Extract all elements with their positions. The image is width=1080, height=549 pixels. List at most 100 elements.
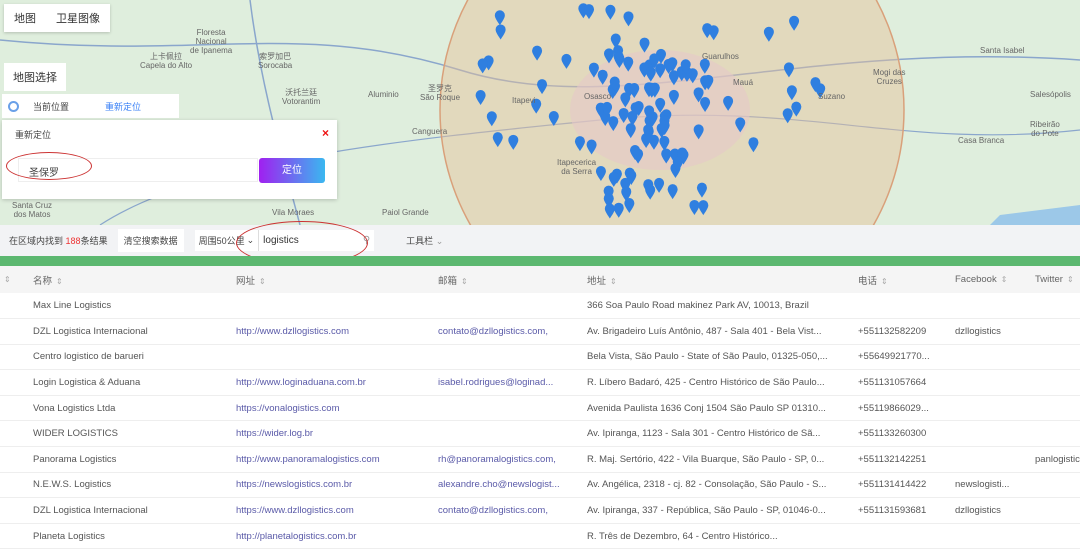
cell-name: N.E.W.S. Logistics — [33, 472, 236, 499]
map-place-label: Santa Cruz dos Matos — [12, 201, 53, 219]
cell-phone: +551133260300 — [858, 420, 955, 448]
table-row[interactable]: WIDER LOGISTICS https://wider.log.br Av. I… — [0, 420, 1080, 448]
sort-icon[interactable]: ⇕ — [1001, 275, 1008, 284]
map-place-label: Itapevi — [512, 96, 536, 105]
table-row[interactable]: Max Line Logistics 366 Soa Paulo Road mak… — [0, 293, 1080, 320]
table-row[interactable]: N.E.W.S. Logistics https://newslogistics.… — [0, 472, 1080, 499]
map[interactable]: BacaetavaFloresta Nacional de Ipanema索罗加… — [0, 0, 1080, 225]
cell-email[interactable]: contato@dzllogistics.com, — [438, 497, 587, 524]
table-row[interactable]: Planeta Logistics http://planetalogistics… — [0, 523, 1080, 549]
cell-phone: +551131593681 — [858, 497, 955, 524]
map-select-button[interactable]: 地图选择 — [4, 63, 66, 91]
cell-name: DZL Logistica Internacional — [33, 497, 236, 524]
cell-address: Bela Vista, São Paulo - State of São Pau… — [587, 344, 858, 371]
column-header[interactable]: Twitter ⇕ — [1035, 266, 1080, 293]
cell-twitter — [1035, 318, 1080, 345]
map-place-label: Mogi das Cruzes — [873, 68, 906, 86]
cell-website[interactable]: http://planetalogistics.com.br — [236, 523, 438, 549]
map-place-label: Suzano — [818, 92, 846, 101]
sort-icon[interactable]: ⇕ — [259, 277, 266, 286]
clear-search-button[interactable]: 清空搜索数据 — [117, 229, 184, 252]
table-row[interactable]: Login Logistica & Aduana http://www.login… — [0, 369, 1080, 396]
progress-bar — [0, 256, 1080, 266]
map-place-label: Mauá — [733, 78, 754, 87]
cell-email[interactable] — [438, 523, 587, 549]
close-icon[interactable]: × — [322, 126, 329, 140]
cell-name: Login Logistica & Aduana — [33, 369, 236, 396]
map-place-label: Santa Isabel — [980, 46, 1025, 55]
column-header[interactable]: 邮箱 ⇕ — [438, 266, 587, 293]
map-place-label: Casa Branca — [958, 136, 1005, 145]
cell-facebook — [955, 446, 1035, 473]
column-header[interactable]: 网址 ⇕ — [236, 266, 438, 293]
cell-name: Planeta Logistics — [33, 523, 236, 549]
cell-website[interactable] — [236, 344, 438, 371]
cell-email[interactable] — [438, 293, 587, 320]
tab-map[interactable]: 地图 — [4, 4, 46, 32]
cell-name: WIDER LOGISTICS — [33, 420, 236, 448]
cell-website[interactable]: https://www.dzllogistics.com — [236, 497, 438, 524]
sort-icon[interactable]: ⇕ — [610, 277, 617, 286]
column-header[interactable]: Facebook ⇕ — [955, 266, 1035, 293]
cell-website[interactable]: http://www.panoramalogistics.com — [236, 446, 438, 473]
sort-icon[interactable]: ⇕ — [461, 277, 468, 286]
cell-email[interactable] — [438, 420, 587, 448]
cell-phone: +55649921770... — [858, 344, 955, 371]
cell-facebook: dzllogistics — [955, 497, 1035, 524]
cell-website[interactable]: https://vonalogistics.com — [236, 395, 438, 422]
table-row[interactable]: Vona Logistics Ltda https://vonalogistics… — [0, 395, 1080, 422]
column-header-label: 网址 — [236, 275, 256, 287]
cell-twitter — [1035, 395, 1080, 422]
cell-email[interactable] — [438, 395, 587, 422]
map-place-label: Floresta Nacional de Ipanema — [190, 28, 233, 55]
cell-twitter: panlogistic — [1035, 446, 1080, 473]
cell-website[interactable]: https://wider.log.br — [236, 420, 438, 448]
cell-email[interactable]: alexandre.cho@newslogist... — [438, 472, 587, 499]
cell-address: Av. Ipiranga, 1123 - Sala 301 - Centro H… — [587, 420, 858, 448]
cell-phone: +551131414422 — [858, 472, 955, 499]
map-place-label: Ribeirão do Pote — [1030, 120, 1060, 138]
cell-facebook — [955, 420, 1035, 448]
column-header-label: 邮箱 — [438, 275, 458, 287]
table-row[interactable]: DZL Logistica Internacional http://www.dz… — [0, 318, 1080, 345]
map-place-label: Osasco — [584, 92, 612, 101]
tab-satellite[interactable]: 卫星图像 — [46, 4, 110, 32]
cell-phone: +55119866029... — [858, 395, 955, 422]
table-row[interactable]: Centro logistico de barueri Bela Vista, S… — [0, 344, 1080, 371]
table-row[interactable]: DZL Logistica Internacional https://www.d… — [0, 497, 1080, 524]
map-place-label: 圣罗克 São Roque — [420, 84, 461, 102]
relocate-link[interactable]: 重新定位 — [105, 100, 141, 113]
tools-dropdown[interactable]: 工具栏 ⌄ — [406, 234, 443, 247]
column-header-label: 电话 — [858, 275, 878, 287]
row-spacer — [0, 369, 33, 396]
cell-facebook — [955, 293, 1035, 320]
row-spacer — [0, 523, 33, 549]
table-row[interactable]: Panorama Logistics http://www.panoramalog… — [0, 446, 1080, 473]
map-place-label: Aluminio — [368, 90, 399, 99]
cell-address: R. Três de Dezembro, 64 - Centro Históri… — [587, 523, 858, 549]
locate-button[interactable]: 定位 — [259, 158, 325, 183]
cell-website[interactable]: http://www.dzllogistics.com — [236, 318, 438, 345]
cell-email[interactable]: isabel.rodrigues@loginad... — [438, 369, 587, 396]
popup-title: 重新定位 — [15, 130, 52, 140]
sort-icon[interactable]: ⇕ — [56, 277, 63, 286]
cell-name: Panorama Logistics — [33, 446, 236, 473]
sort-icon[interactable]: ⇕ — [881, 277, 888, 286]
cell-email[interactable]: contato@dzllogistics.com, — [438, 318, 587, 345]
map-place-label: 上卡佩拉 Capela do Alto — [140, 52, 193, 70]
cell-email[interactable]: rh@panoramalogistics.com, — [438, 446, 587, 473]
cell-twitter — [1035, 344, 1080, 371]
sort-icon[interactable]: ⇕ — [0, 266, 33, 293]
map-place-label: Itapecerica da Serra — [557, 158, 597, 176]
cell-website[interactable]: https://newslogistics.com.br — [236, 472, 438, 499]
sort-icon[interactable]: ⇕ — [1067, 275, 1074, 284]
column-header[interactable]: 名称 ⇕ — [33, 266, 236, 293]
annotation-ellipse — [6, 152, 92, 180]
map-place-label: Guarulhos — [702, 52, 739, 61]
cell-website[interactable]: http://www.loginaduana.com.br — [236, 369, 438, 396]
cell-website[interactable] — [236, 293, 438, 320]
cell-email[interactable] — [438, 344, 587, 371]
column-header[interactable]: 电话 ⇕ — [858, 266, 955, 293]
column-header[interactable]: 地址 ⇕ — [587, 266, 858, 293]
map-place-label: Vila Moraes — [272, 208, 315, 217]
